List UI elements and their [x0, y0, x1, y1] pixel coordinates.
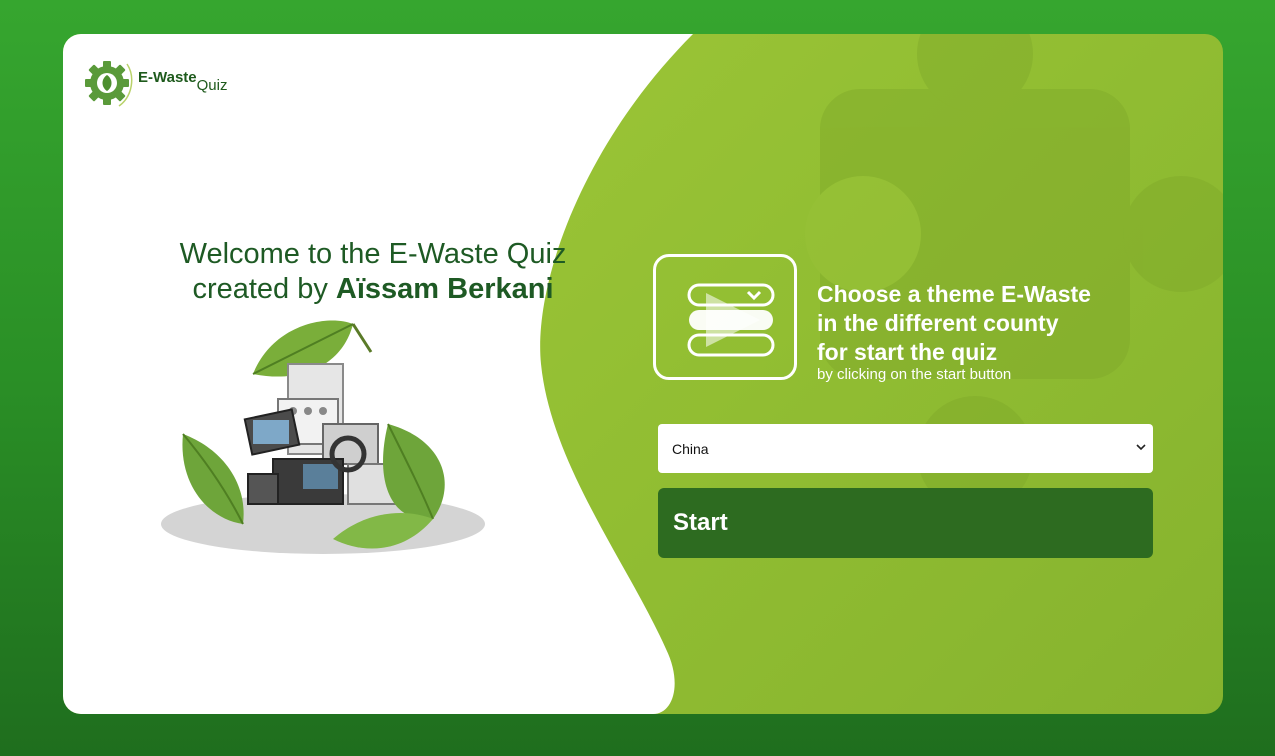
logo-brand: E-Waste — [138, 68, 197, 86]
ewaste-illustration — [161, 320, 485, 554]
theme-headline: Choose a theme E-Waste in the different … — [817, 280, 1091, 367]
theme-select-icon — [653, 254, 797, 380]
headline-line-3: for start the quiz — [817, 339, 998, 365]
headline-line-1: Choose a theme E-Waste — [817, 281, 1091, 307]
welcome-prefix: created by — [192, 273, 336, 305]
headline-line-2: in the different county — [817, 310, 1059, 336]
welcome-line-2: created by Aïssam Berkani — [103, 272, 643, 307]
logo[interactable]: E-WasteQuiz — [83, 54, 227, 110]
country-select[interactable]: China — [658, 424, 1153, 473]
welcome-heading: Welcome to the E-Waste Quiz created by A… — [103, 237, 643, 307]
start-button[interactable]: Start — [658, 488, 1153, 558]
start-button-label: Start — [673, 509, 728, 536]
chevron-down-icon — [1136, 444, 1146, 451]
logo-text: E-WasteQuiz — [138, 68, 227, 94]
country-selected-value: China — [672, 440, 709, 457]
logo-sub: Quiz — [196, 76, 228, 94]
theme-subline: by clicking on the start button — [817, 366, 1012, 383]
main-card: E-WasteQuiz Welcome to the E-Waste Quiz … — [63, 34, 1223, 714]
author-name: Aïssam Berkani — [335, 273, 554, 305]
gear-leaf-icon — [85, 61, 133, 107]
welcome-line-1: Welcome to the E-Waste Quiz — [179, 238, 567, 270]
